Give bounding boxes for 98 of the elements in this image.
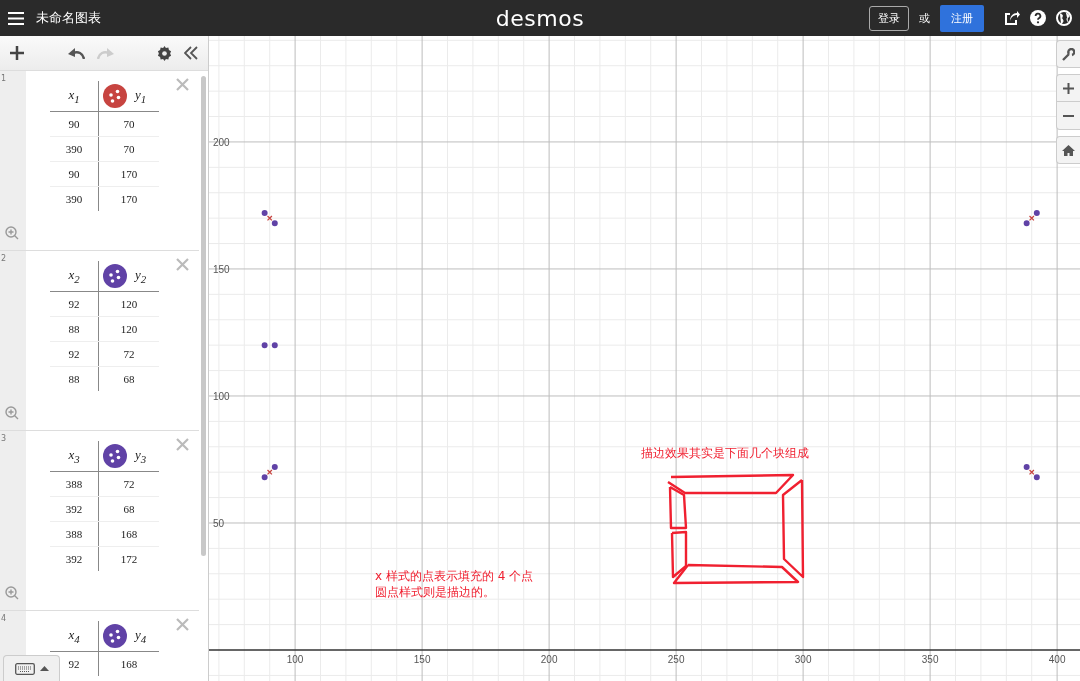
keyboard-icon xyxy=(14,662,35,675)
table-cell[interactable]: 168 xyxy=(120,528,138,540)
zoom-in-button[interactable] xyxy=(1056,74,1080,102)
data-point[interactable] xyxy=(271,342,278,349)
point-style-icon[interactable] xyxy=(103,444,127,468)
menu-icon[interactable] xyxy=(8,11,24,25)
login-button[interactable]: 登录 xyxy=(869,5,909,31)
graph-settings-button[interactable] xyxy=(1056,40,1080,68)
table-cell[interactable]: 90 xyxy=(68,168,80,180)
table-cell[interactable]: 68 xyxy=(123,373,135,385)
settings-icon[interactable] xyxy=(157,45,172,61)
table-cell[interactable]: 72 xyxy=(123,348,135,360)
column-header: x$_{2}$ xyxy=(68,267,80,283)
axis-tick-label: 350 xyxy=(921,654,939,665)
graph-title[interactable]: 未命名图表 xyxy=(36,9,101,27)
table-cell[interactable]: 390 xyxy=(65,143,83,155)
axis-tick-label: 100 xyxy=(286,654,304,665)
axis-tick-label: 100 xyxy=(213,390,230,402)
table-cell[interactable]: 170 xyxy=(120,193,138,205)
column-header: x$_{3}$ xyxy=(68,447,80,463)
line-number: 2 xyxy=(1,254,7,263)
column-header: y$_{2}$ xyxy=(135,267,147,285)
data-point[interactable] xyxy=(1023,220,1030,227)
table-cell[interactable]: 72 xyxy=(123,478,135,490)
column-header: y$_{4}$ xyxy=(135,627,147,645)
table-cell[interactable]: 88 xyxy=(68,373,80,385)
caret-icon xyxy=(39,666,49,671)
table-cell[interactable]: 172 xyxy=(120,553,138,565)
data-point[interactable] xyxy=(261,474,268,481)
point-style-icon[interactable] xyxy=(103,624,127,648)
data-point[interactable] xyxy=(261,342,268,349)
line-number: 1 xyxy=(1,74,7,83)
table-cell[interactable]: 388 xyxy=(65,528,83,540)
wrench-icon xyxy=(1062,47,1075,61)
undo-icon[interactable] xyxy=(67,47,85,59)
line-number: 4 xyxy=(1,614,7,623)
table-cell[interactable]: 92 xyxy=(68,658,80,670)
data-point[interactable] xyxy=(266,469,273,476)
data-point[interactable] xyxy=(1033,474,1040,481)
table-cell[interactable]: 390 xyxy=(65,193,83,205)
axis-tick-label: 400 xyxy=(1048,654,1066,665)
add-icon[interactable] xyxy=(10,46,24,60)
table-cell[interactable]: 92 xyxy=(68,348,80,360)
column-header: y$_{1}$ xyxy=(135,87,147,105)
table-cell[interactable]: 168 xyxy=(120,658,138,670)
or-text: 或 xyxy=(919,10,930,26)
logo: desmos xyxy=(495,5,585,31)
table-cell[interactable]: 392 xyxy=(65,503,83,515)
table-cell[interactable]: 392 xyxy=(65,553,83,565)
point-style-icon[interactable] xyxy=(103,264,127,288)
table-cell[interactable]: 170 xyxy=(120,168,138,180)
data-point[interactable] xyxy=(1033,210,1040,217)
data-point[interactable] xyxy=(266,215,273,221)
table-cell[interactable]: 388 xyxy=(65,478,83,490)
table-cell[interactable]: 70 xyxy=(123,118,135,130)
axis-tick-label: 150 xyxy=(413,654,431,665)
data-point[interactable] xyxy=(261,210,268,217)
annotation-text: 圆点样式则是描边的。 xyxy=(375,584,495,601)
home-icon xyxy=(1062,144,1075,156)
data-point[interactable] xyxy=(1028,215,1035,221)
globe-icon[interactable] xyxy=(1056,10,1072,26)
column-header: x$_{4}$ xyxy=(68,627,80,643)
data-point[interactable] xyxy=(1028,469,1035,476)
signup-button[interactable]: 注册 xyxy=(940,4,984,32)
table-cell[interactable]: 120 xyxy=(120,323,138,335)
scrollbar[interactable] xyxy=(201,76,206,556)
table-cell[interactable]: 70 xyxy=(123,143,135,155)
line-number: 3 xyxy=(1,434,7,443)
help-icon[interactable] xyxy=(1030,10,1046,26)
plus-icon xyxy=(1063,82,1074,94)
annotation-text: x 样式的点表示填充的 4 个点 xyxy=(375,568,534,585)
collapse-icon[interactable] xyxy=(184,46,198,60)
zoom-out-button[interactable] xyxy=(1056,102,1080,130)
column-header: y$_{3}$ xyxy=(135,447,147,465)
point-style-icon[interactable] xyxy=(103,84,127,108)
table-cell[interactable]: 92 xyxy=(68,298,80,310)
data-point[interactable] xyxy=(1023,464,1030,471)
axis-tick-label: 250 xyxy=(667,654,685,665)
home-button[interactable] xyxy=(1056,136,1080,164)
table-cell[interactable]: 68 xyxy=(123,503,135,515)
table-cell[interactable]: 120 xyxy=(120,298,138,310)
axis-tick-label: 150 xyxy=(213,263,230,275)
expression-item[interactable]: 2 x$_{2}$ y$_{2}$ 92 120 88 120 92 72 88 68 xyxy=(0,251,199,431)
axis-tick-label: 200 xyxy=(213,136,230,148)
axis-tick-label: 300 xyxy=(794,654,812,665)
data-point[interactable] xyxy=(271,220,278,227)
axis-tick-label: 200 xyxy=(540,654,558,665)
table-cell[interactable]: 88 xyxy=(68,323,80,335)
column-header: x$_{1}$ xyxy=(68,87,80,103)
minus-icon xyxy=(1063,114,1074,117)
expression-item[interactable]: 3 x$_{3}$ y$_{3}$ 388 72 392 68 388 168 392 172 xyxy=(0,431,199,611)
data-point[interactable] xyxy=(271,464,278,471)
keyboard-button[interactable] xyxy=(3,655,60,681)
axis-tick-label: 50 xyxy=(213,518,225,529)
table-cell[interactable]: 90 xyxy=(68,118,80,130)
share-icon[interactable] xyxy=(1004,10,1020,26)
annotation-text: 描边效果其实是下面几个块组成 xyxy=(641,445,809,462)
expression-item[interactable]: 1 x$_{1}$ y$_{1}$ 90 70 390 70 90 170 390 170 xyxy=(0,71,199,251)
